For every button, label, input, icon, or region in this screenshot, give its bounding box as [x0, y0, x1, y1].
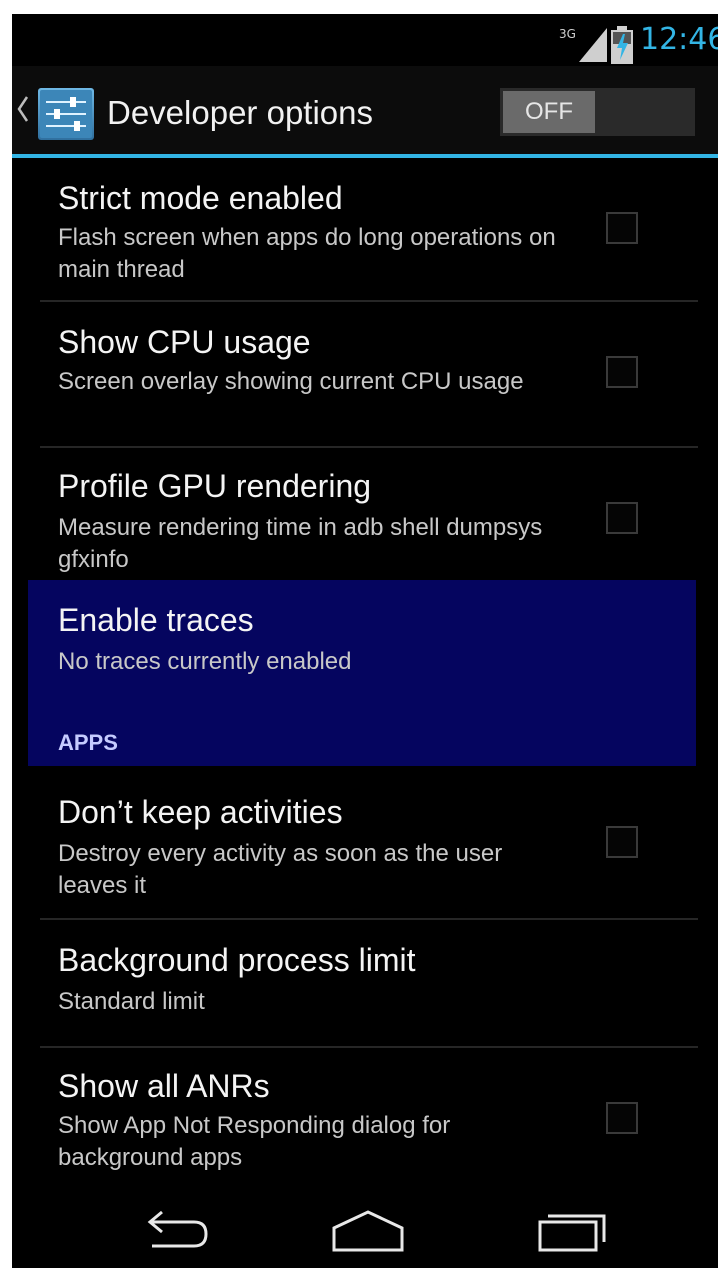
signal-icon: 3G: [559, 27, 607, 62]
clock: 12:46: [640, 22, 718, 57]
pref-title: Enable traces: [58, 602, 254, 638]
pref-summary: Show App Not Responding dialog for backg…: [58, 1112, 451, 1171]
pref-strict-mode[interactable]: Strict mode enabled Flash screen when ap…: [12, 158, 718, 300]
status-bar: 3G 12:46: [12, 14, 718, 66]
pref-show-cpu-usage[interactable]: Show CPU usage Screen overlay showing cu…: [12, 302, 718, 446]
pref-title: Strict mode enabled: [58, 180, 343, 216]
show-all-anrs-checkbox[interactable]: [606, 1102, 638, 1134]
network-type-label: 3G: [559, 27, 576, 41]
page-title: Developer options: [107, 94, 373, 131]
navigation-bar: [12, 1194, 718, 1268]
toggle-label: OFF: [503, 91, 595, 133]
chevron-left-icon: [17, 96, 29, 122]
pref-summary: Flash screen when apps do long operation…: [58, 224, 556, 283]
section-header-apps: APPS: [58, 730, 118, 755]
phone-screen: 3G 12:46 Developer options OFF Strict mo…: [12, 14, 718, 1268]
pref-title: Show all ANRs: [58, 1068, 270, 1104]
battery-icon: [611, 26, 633, 64]
recent-apps-button[interactable]: [522, 1202, 622, 1258]
pref-background-process-limit[interactable]: Background process limit Standard limit: [12, 920, 718, 1046]
pref-title: Background process limit: [58, 942, 416, 978]
home-button[interactable]: [318, 1202, 418, 1258]
pref-summary: Measure rendering time in adb shell dump…: [58, 514, 543, 573]
pref-enable-traces[interactable]: Enable traces No traces currently enable…: [12, 580, 718, 708]
strict-mode-checkbox[interactable]: [606, 212, 638, 244]
pref-profile-gpu-rendering[interactable]: Profile GPU rendering Measure rendering …: [12, 448, 718, 580]
pref-dont-keep-activities[interactable]: Don’t keep activities Destroy every acti…: [12, 770, 718, 918]
up-navigation-button[interactable]: [12, 86, 102, 140]
pref-title: Don’t keep activities: [58, 794, 343, 830]
pref-summary: Standard limit: [58, 988, 205, 1015]
back-icon: [147, 1210, 208, 1248]
pref-title: Profile GPU rendering: [58, 468, 372, 504]
settings-sliders-icon: [38, 88, 94, 140]
developer-options-toggle[interactable]: OFF: [500, 88, 695, 136]
recent-apps-icon: [538, 1214, 606, 1252]
pref-summary: No traces currently enabled: [58, 648, 352, 675]
pref-summary: Destroy every activity as soon as the us…: [58, 840, 503, 899]
pref-show-all-anrs[interactable]: Show all ANRs Show App Not Responding di…: [12, 1048, 718, 1194]
back-button[interactable]: [122, 1202, 222, 1258]
action-bar: Developer options OFF: [12, 66, 718, 154]
show-cpu-usage-checkbox[interactable]: [606, 356, 638, 388]
profile-gpu-checkbox[interactable]: [606, 502, 638, 534]
dont-keep-activities-checkbox[interactable]: [606, 826, 638, 858]
pref-summary: Screen overlay showing current CPU usage: [58, 368, 524, 395]
pref-title: Show CPU usage: [58, 324, 311, 360]
home-icon: [332, 1210, 404, 1252]
